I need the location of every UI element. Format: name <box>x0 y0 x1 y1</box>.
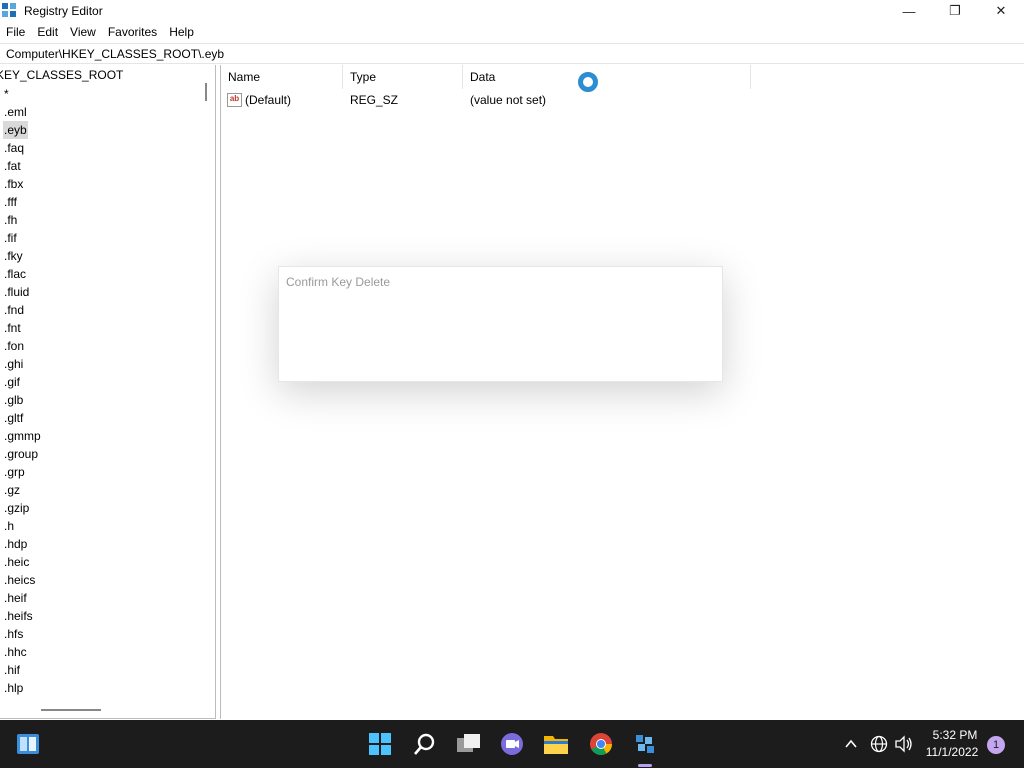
tree-item[interactable]: .fnd <box>3 301 25 319</box>
busy-spinner-icon <box>578 72 598 92</box>
search-icon[interactable] <box>412 732 438 756</box>
menu-edit[interactable]: Edit <box>31 25 64 39</box>
tree-item[interactable]: .heif <box>3 589 28 607</box>
clock-date[interactable]: 11/1/2022 <box>920 745 984 759</box>
maximize-button[interactable]: ❐ <box>932 0 978 22</box>
list-header: Name Type Data <box>221 65 1024 89</box>
value-name-cell: ab (Default) <box>221 93 343 107</box>
tree-item[interactable]: .fh <box>3 211 18 229</box>
tree-item[interactable]: .fluid <box>3 283 30 301</box>
tree-item[interactable]: .flac <box>3 265 27 283</box>
tree-item[interactable]: .gz <box>3 481 21 499</box>
tree-item[interactable]: .fat <box>3 157 22 175</box>
value-row[interactable]: ab (Default) REG_SZ (value not set) <box>221 90 751 110</box>
start-icon[interactable] <box>367 732 393 756</box>
tree-horizontal-scrollbar[interactable] <box>0 702 199 718</box>
notification-badge[interactable]: 1 <box>987 736 1005 754</box>
minimize-button[interactable]: — <box>886 0 932 22</box>
menu-file[interactable]: File <box>0 25 31 39</box>
value-name: (Default) <box>245 93 292 107</box>
tree-item[interactable]: .group <box>3 445 39 463</box>
clock-time[interactable]: 5:32 PM <box>920 728 990 742</box>
volume-icon[interactable] <box>891 732 917 756</box>
chevron-up-icon[interactable] <box>838 732 864 756</box>
tree-item[interactable]: .hlp <box>3 679 24 697</box>
tree-item[interactable]: .fky <box>3 247 24 265</box>
chrome-icon[interactable] <box>588 732 614 756</box>
task-view-icon[interactable] <box>456 732 482 756</box>
minimize-icon: — <box>902 3 916 19</box>
widgets-icon[interactable] <box>15 732 41 756</box>
column-header-name[interactable]: Name <box>221 65 343 89</box>
registry-editor-icon <box>2 3 18 19</box>
tree-item[interactable]: .gzip <box>3 499 30 517</box>
tree-item[interactable]: .gltf <box>3 409 24 427</box>
tree-item[interactable]: .gif <box>3 373 21 391</box>
tree-item[interactable]: .grp <box>3 463 26 481</box>
menu-favorites[interactable]: Favorites <box>102 25 163 39</box>
column-header-data[interactable]: Data <box>463 65 751 89</box>
address-path[interactable]: Computer\HKEY_CLASSES_ROOT\.eyb <box>6 47 224 61</box>
taskbar: 5:32 PM 11/1/2022 <box>0 720 1024 768</box>
value-data: (value not set) <box>470 93 547 107</box>
tree-vertical-scrollbar[interactable] <box>199 65 215 702</box>
tree-key-list: * .eml .eyb .faq .fat .fbx .fff .fh .fif .fky .fla… <box>3 85 42 697</box>
tree-item[interactable]: .eyb <box>3 121 28 139</box>
tree-item[interactable]: .hif <box>3 661 21 679</box>
column-header-type[interactable]: Type <box>343 65 463 89</box>
tree-item[interactable]: .fbx <box>3 175 24 193</box>
tree-item[interactable]: .fff <box>3 193 18 211</box>
tree-item[interactable]: .h <box>3 517 15 535</box>
tree-item[interactable]: .faq <box>3 139 25 157</box>
active-app-indicator <box>638 764 652 767</box>
menu-view[interactable]: View <box>64 25 102 39</box>
tree-item[interactable]: .heics <box>3 571 36 589</box>
address-bar[interactable]: Computer\HKEY_CLASSES_ROOT\.eyb <box>0 43 1024 64</box>
chat-icon[interactable] <box>499 732 525 756</box>
menu-help[interactable]: Help <box>163 25 200 39</box>
tree-vertical-scroll-thumb[interactable] <box>205 83 207 101</box>
value-type: REG_SZ <box>350 93 399 107</box>
tree-item[interactable]: .hfs <box>3 625 24 643</box>
tree-item[interactable]: .hhc <box>3 643 28 661</box>
tree-item[interactable]: .glb <box>3 391 24 409</box>
tree-root-key[interactable]: KEY_CLASSES_ROOT <box>0 68 123 82</box>
window-title: Registry Editor <box>24 4 103 18</box>
dialog-title: Confirm Key Delete <box>286 275 391 289</box>
confirm-key-delete-dialog[interactable]: Confirm Key Delete <box>278 266 723 382</box>
tree-item[interactable]: .gmmp <box>3 427 42 445</box>
title-bar: Registry Editor — ❐ ✕ <box>0 0 1024 22</box>
tree-item[interactable]: .heic <box>3 553 30 571</box>
menu-bar: File Edit View Favorites Help <box>0 22 1024 42</box>
restore-icon: ❐ <box>949 3 961 18</box>
value-list-pane[interactable]: Name Type Data ab (Default) REG_SZ (valu… <box>220 65 1024 719</box>
tree-item[interactable]: .heifs <box>3 607 34 625</box>
file-explorer-icon[interactable] <box>543 732 569 756</box>
network-globe-icon[interactable] <box>866 732 892 756</box>
tree-item[interactable]: .eml <box>3 103 28 121</box>
tree-item[interactable]: * <box>3 85 10 103</box>
registry-editor-taskbar-icon[interactable] <box>632 732 658 756</box>
key-tree-pane[interactable]: KEY_CLASSES_ROOT * .eml .eyb .faq .fat .fbx .f… <box>0 65 216 719</box>
tree-item[interactable]: .ghi <box>3 355 24 373</box>
ab-string-icon: ab <box>227 93 242 107</box>
close-icon: ✕ <box>995 3 1007 18</box>
tree-item[interactable]: .fnt <box>3 319 22 337</box>
tree-item[interactable]: .fon <box>3 337 25 355</box>
close-button[interactable]: ✕ <box>978 0 1024 22</box>
tree-item[interactable]: .fif <box>3 229 18 247</box>
tree-horizontal-scroll-thumb[interactable] <box>41 709 101 711</box>
tree-item[interactable]: .hdp <box>3 535 28 553</box>
